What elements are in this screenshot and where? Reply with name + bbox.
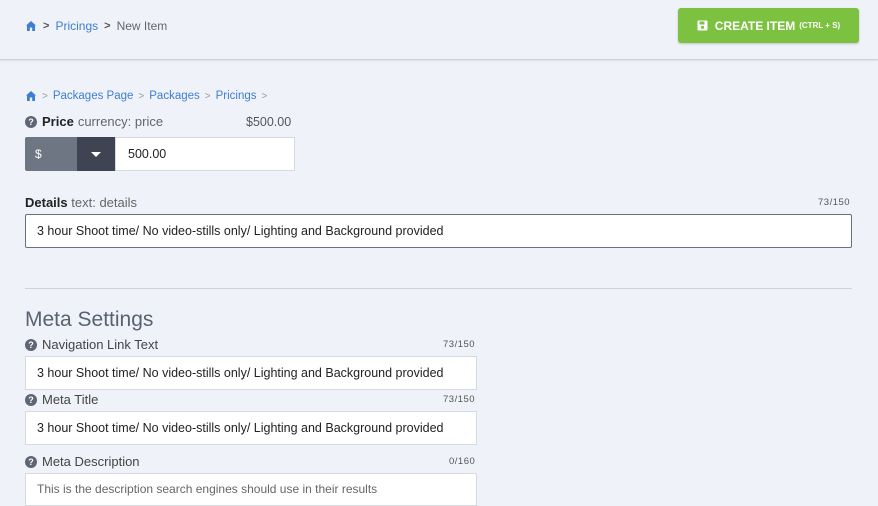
- price-type-hint: currency: price: [77, 114, 164, 129]
- details-label: Details text: details: [25, 195, 137, 210]
- nav-link-input[interactable]: 3 hour Shoot time/ No video-stills only/…: [25, 356, 477, 390]
- price-preview: $500.00: [246, 115, 292, 129]
- caret-down-icon: [91, 151, 101, 157]
- details-type-hint: text: details: [71, 195, 138, 210]
- create-item-shortcut: (CTRL + S): [799, 21, 841, 30]
- breadcrumb-separator: >: [138, 90, 145, 102]
- help-icon[interactable]: ?: [25, 338, 37, 351]
- nav-link-char-counter: 73/150: [443, 339, 476, 350]
- create-item-label: CREATE ITEM: [714, 18, 796, 33]
- content-breadcrumb: > Packages Page > Packages > Pricings >: [25, 90, 272, 102]
- meta-title-char-counter: 73/150: [443, 394, 476, 405]
- breadcrumb-separator: >: [104, 20, 111, 32]
- breadcrumb-link-pricings[interactable]: Pricings: [55, 19, 98, 33]
- nav-link-label-text: Navigation Link Text: [42, 337, 159, 352]
- meta-description-label-text: Meta Description: [42, 454, 140, 469]
- breadcrumb-separator: >: [261, 90, 268, 102]
- breadcrumb-separator: >: [42, 90, 48, 102]
- nav-link-label: ? Navigation Link Text: [25, 337, 158, 352]
- help-icon[interactable]: ?: [25, 455, 37, 468]
- details-label-text: Details: [25, 195, 68, 210]
- meta-description-textarea[interactable]: This is the description search engines s…: [25, 473, 477, 506]
- meta-description-label: ? Meta Description: [25, 454, 140, 469]
- help-icon[interactable]: ?: [25, 393, 37, 406]
- top-bar: > Pricings > New Item CREATE ITEM (CTRL …: [0, 0, 878, 60]
- create-item-button[interactable]: CREATE ITEM (CTRL + S): [678, 8, 859, 43]
- meta-title-label: ? Meta Title: [25, 392, 98, 407]
- breadcrumb-current: New Item: [116, 19, 168, 33]
- home-icon[interactable]: [25, 20, 37, 32]
- price-label-text: Price: [42, 114, 74, 129]
- breadcrumb-separator: >: [43, 20, 50, 32]
- meta-title-label-text: Meta Title: [42, 392, 99, 407]
- meta-settings-heading: Meta Settings: [25, 308, 154, 331]
- help-icon[interactable]: ?: [25, 115, 37, 128]
- save-icon: [697, 20, 708, 31]
- price-label: ? Price currency: price: [25, 114, 163, 129]
- breadcrumb-link-packages[interactable]: Packages: [149, 90, 200, 102]
- section-divider: [25, 288, 852, 289]
- price-input[interactable]: 500.00: [115, 137, 295, 171]
- meta-description-char-counter: 0/160: [449, 456, 476, 467]
- details-input[interactable]: 3 hour Shoot time/ No video-stills only/…: [25, 214, 852, 248]
- details-char-counter: 73/150: [818, 197, 851, 208]
- meta-title-input[interactable]: 3 hour Shoot time/ No video-stills only/…: [25, 411, 477, 445]
- breadcrumb-separator: >: [204, 90, 211, 102]
- currency-dropdown-toggle[interactable]: [77, 137, 115, 171]
- breadcrumb-link-pricings[interactable]: Pricings: [216, 90, 257, 102]
- currency-select[interactable]: $: [25, 137, 77, 171]
- breadcrumb-link-packages-page[interactable]: Packages Page: [53, 90, 134, 102]
- breadcrumb: > Pricings > New Item: [25, 19, 167, 33]
- home-icon[interactable]: [25, 90, 37, 102]
